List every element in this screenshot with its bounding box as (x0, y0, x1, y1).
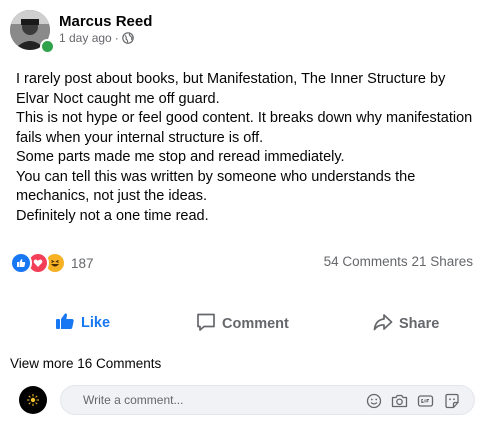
online-status-indicator (40, 39, 55, 54)
camera-icon[interactable] (391, 392, 408, 409)
comment-button[interactable]: Comment (196, 312, 289, 336)
post-line: Some parts made me stop and reread immed… (16, 149, 345, 165)
meta-separator: · (114, 31, 119, 45)
post-line: I rarely post about books, but Manifesta… (16, 71, 446, 107)
comments-count[interactable]: 54 Comments (324, 254, 408, 269)
engagement-counts: 54 Comments 21 Shares (324, 254, 473, 269)
comment-icon (196, 312, 216, 336)
comment-input[interactable] (83, 386, 333, 414)
post-line: You can tell this was written by someone… (16, 168, 416, 205)
composer-icons (365, 392, 460, 409)
author-name[interactable]: Marcus Reed (59, 13, 152, 30)
share-icon (373, 312, 393, 336)
reaction-summary[interactable]: 187 (10, 252, 94, 274)
share-button[interactable]: Share (373, 312, 439, 336)
globe-icon[interactable] (121, 32, 134, 44)
like-label: Like (81, 315, 111, 331)
share-label: Share (399, 316, 440, 332)
sticker-icon[interactable] (443, 392, 460, 409)
current-user-avatar[interactable] (19, 386, 47, 414)
post-line: This is not hype or feel good content. I… (16, 110, 473, 146)
post-body: I rarely post about books, but Manifesta… (16, 70, 476, 226)
facebook-post: Marcus Reed 1 day ago · I rarely post ab… (0, 0, 485, 423)
comment-label: Comment (222, 316, 289, 332)
like-reaction-icon (10, 252, 32, 274)
post-meta: 1 day ago · (59, 31, 134, 45)
comment-composer (60, 385, 475, 415)
reaction-count[interactable]: 187 (71, 256, 94, 271)
post-timestamp[interactable]: 1 day ago (59, 31, 112, 45)
like-button[interactable]: Like (55, 312, 110, 334)
post-line: Definitely not a one time read. (16, 207, 209, 224)
post-action-bar: Like Comment Share (0, 304, 485, 340)
view-more-comments-link[interactable]: View more 16 Comments (10, 356, 161, 371)
thumbs-up-icon (55, 312, 75, 334)
gif-icon[interactable] (417, 392, 434, 409)
emoji-icon[interactable] (365, 392, 382, 409)
shares-count[interactable]: 21 Shares (411, 254, 473, 269)
